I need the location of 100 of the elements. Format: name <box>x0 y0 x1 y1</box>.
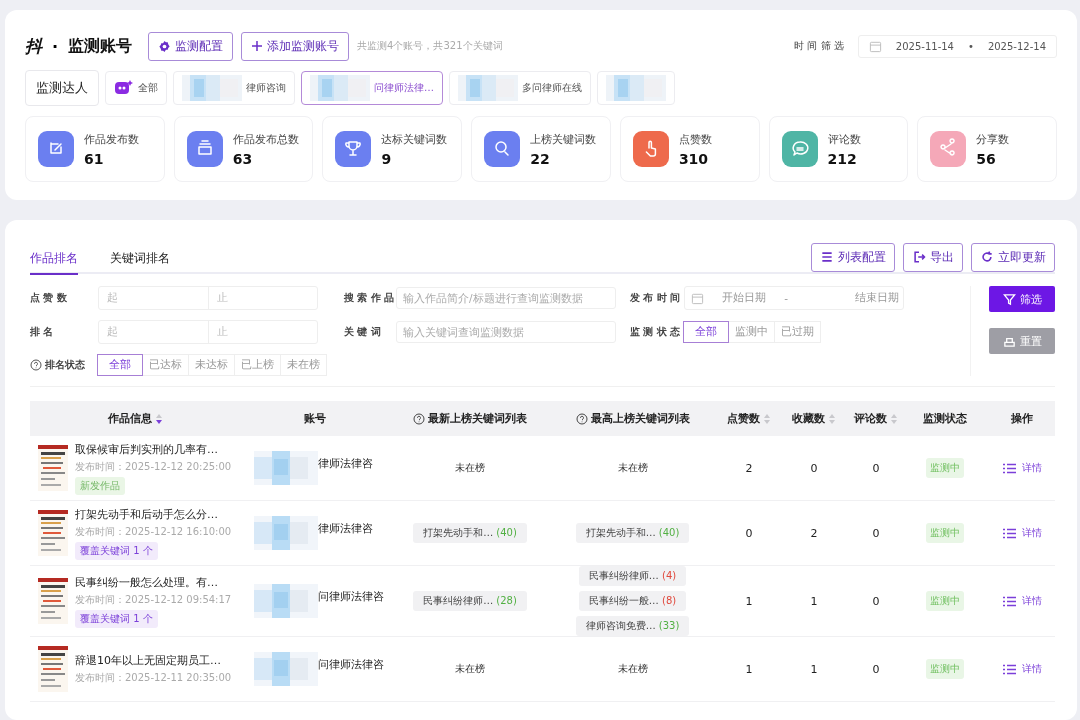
filter-label: 搜 索 作 品 <box>343 291 396 305</box>
bot-icon <box>114 79 134 97</box>
table-cell: 2 <box>810 526 818 540</box>
stat-value: 212 <box>827 150 858 167</box>
table-cell: 0 <box>872 662 880 676</box>
stat-label: 点赞数 <box>678 131 712 147</box>
publish-time: 发布时间：2025-12-12 16:10:00 <box>75 524 232 539</box>
stat-label: 作品发布总数 <box>232 131 299 147</box>
filter-label: 关 键 词 <box>343 325 382 339</box>
list-icon <box>1002 527 1016 539</box>
work-title[interactable]: 民事纠纷一般怎么处理。有… <box>75 574 232 590</box>
publish-time: 发布时间：2025-12-12 09:54:17 <box>75 592 232 607</box>
account-chip[interactable] <box>597 71 675 105</box>
stat-label: 达标关键词数 <box>381 131 448 147</box>
stat-label: 上榜关键词数 <box>530 131 597 147</box>
calendar-icon <box>868 39 882 53</box>
status-badge: 监测中 <box>925 659 964 679</box>
stat-label: 分享数 <box>976 131 1010 147</box>
account-chip[interactable]: 问律师法律… <box>301 71 443 105</box>
table-cell: 0 <box>872 594 880 608</box>
stat-value: 310 <box>678 150 710 167</box>
filter-label: 发 布 时 间 <box>629 291 682 305</box>
keyword-chip: 民事纠纷一般… (8) <box>578 591 687 611</box>
search-field[interactable]: 输入作品简介/标题进行查询监测数据 <box>396 287 616 309</box>
account-name: 问律师法律咨 <box>318 588 384 604</box>
filter-label: 点 赞 数 <box>30 291 68 305</box>
keyword-chip: 民事纠纷律师… (4) <box>578 566 687 586</box>
add-account-button[interactable]: 添加监测账号 <box>241 31 350 61</box>
filter-button[interactable]: 筛选 <box>989 286 1055 312</box>
help-icon <box>30 359 42 371</box>
calendar-icon <box>691 291 704 305</box>
table-cell: 0 <box>810 461 818 475</box>
publish-time: 发布时间：2025-12-12 20:25:00 <box>75 459 232 474</box>
details-link[interactable]: 详情 <box>996 593 1048 609</box>
stat-label: 作品发布数 <box>84 131 139 147</box>
summary-text: 共监测4个账号，共321个关键词 <box>357 39 503 53</box>
tab[interactable]: 作品排名 <box>30 243 78 275</box>
work-title[interactable]: 辞退10年以上无固定期员工… <box>75 653 232 668</box>
config-button[interactable]: 监测配置 <box>148 31 234 61</box>
details-link[interactable]: 详情 <box>996 460 1048 476</box>
table-cell: 未在榜 <box>617 662 648 676</box>
filter-icon <box>1002 292 1016 306</box>
refresh-icon <box>980 250 994 264</box>
time-filter-label: 时 间 筛 选 <box>794 39 844 53</box>
list-icon <box>1002 462 1016 474</box>
account-chip[interactable]: 全部 <box>105 71 167 105</box>
details-link[interactable]: 详情 <box>996 661 1048 677</box>
table-cell: 1 <box>745 662 753 676</box>
accounts-label: 监测达人 <box>25 70 99 106</box>
publish-time: 发布时间：2025-12-11 20:35:00 <box>75 671 232 685</box>
stat-value: 61 <box>84 150 105 167</box>
gear-icon <box>158 39 172 53</box>
config-button[interactable]: 列表配置 <box>811 242 895 272</box>
column-header: 账号 <box>303 411 327 426</box>
column-header[interactable]: 评论数 <box>845 411 907 426</box>
keyword-field[interactable]: 输入关键词查询监测数据 <box>396 321 616 343</box>
table-cell: 未在榜 <box>455 662 485 676</box>
table-cell: 0 <box>872 526 880 540</box>
tab[interactable]: 关键词排名 <box>110 243 170 275</box>
details-link[interactable]: 详情 <box>996 525 1048 541</box>
work-title[interactable]: 打架先动手和后动手怎么分… <box>75 506 232 522</box>
export-button[interactable]: 导出 <box>903 242 963 272</box>
column-header[interactable]: 收藏数 <box>783 411 845 426</box>
account-chip[interactable]: 多问律师在线 <box>449 71 591 105</box>
table-cell: 2 <box>745 461 753 475</box>
keyword-chip: 律师咨询免费… (33) <box>575 616 690 636</box>
work-tag: 覆盖关键词 1 个 <box>75 609 158 628</box>
stat-label: 评论数 <box>827 131 861 147</box>
filter-label: 排名状态 <box>45 358 85 372</box>
account-name: 律师法律咨 <box>318 520 373 536</box>
account-name: 律师法律咨 <box>318 455 373 471</box>
date-range-field[interactable]: 2025-11-14 • 2025-12-14 <box>857 34 1057 58</box>
table-cell: 1 <box>745 594 753 608</box>
column-header: 操作 <box>1010 411 1034 426</box>
stat-value: 9 <box>381 150 393 167</box>
status-option[interactable]: 全部 <box>683 321 729 343</box>
column-header[interactable]: 作品信息 <box>30 411 240 426</box>
status-badge: 监测中 <box>925 458 964 478</box>
status-badge: 监测中 <box>925 523 964 543</box>
list-icon <box>1002 663 1016 675</box>
stat-value: 56 <box>976 150 997 167</box>
table-cell: 未在榜 <box>455 461 485 475</box>
refresh-button[interactable]: 立即更新 <box>971 242 1055 272</box>
rank-status-option[interactable]: 全部 <box>97 354 143 376</box>
table-cell: 0 <box>872 461 880 475</box>
column-header: 监测状态 <box>921 411 968 426</box>
filter-label: 监 测 状 态 <box>629 325 682 339</box>
plus-icon <box>251 40 264 52</box>
stat-value: 63 <box>232 150 254 167</box>
sliders-icon <box>820 250 834 264</box>
account-chip[interactable]: 律师咨询 <box>173 71 295 105</box>
account-name: 问律师法律咨 <box>318 656 384 672</box>
column-header[interactable]: 点赞数 <box>715 411 783 426</box>
work-title[interactable]: 取保候审后判实刑的几率有… <box>75 441 232 457</box>
keyword-chip: 民事纠纷律师… (28) <box>413 591 527 611</box>
list-icon <box>1002 595 1016 607</box>
column-header: 最新上榜关键词列表 <box>390 411 550 426</box>
keyword-chip: 打架先动手和… (40) <box>413 523 527 543</box>
table-cell: 1 <box>810 594 818 608</box>
stat-value: 22 <box>530 150 551 167</box>
